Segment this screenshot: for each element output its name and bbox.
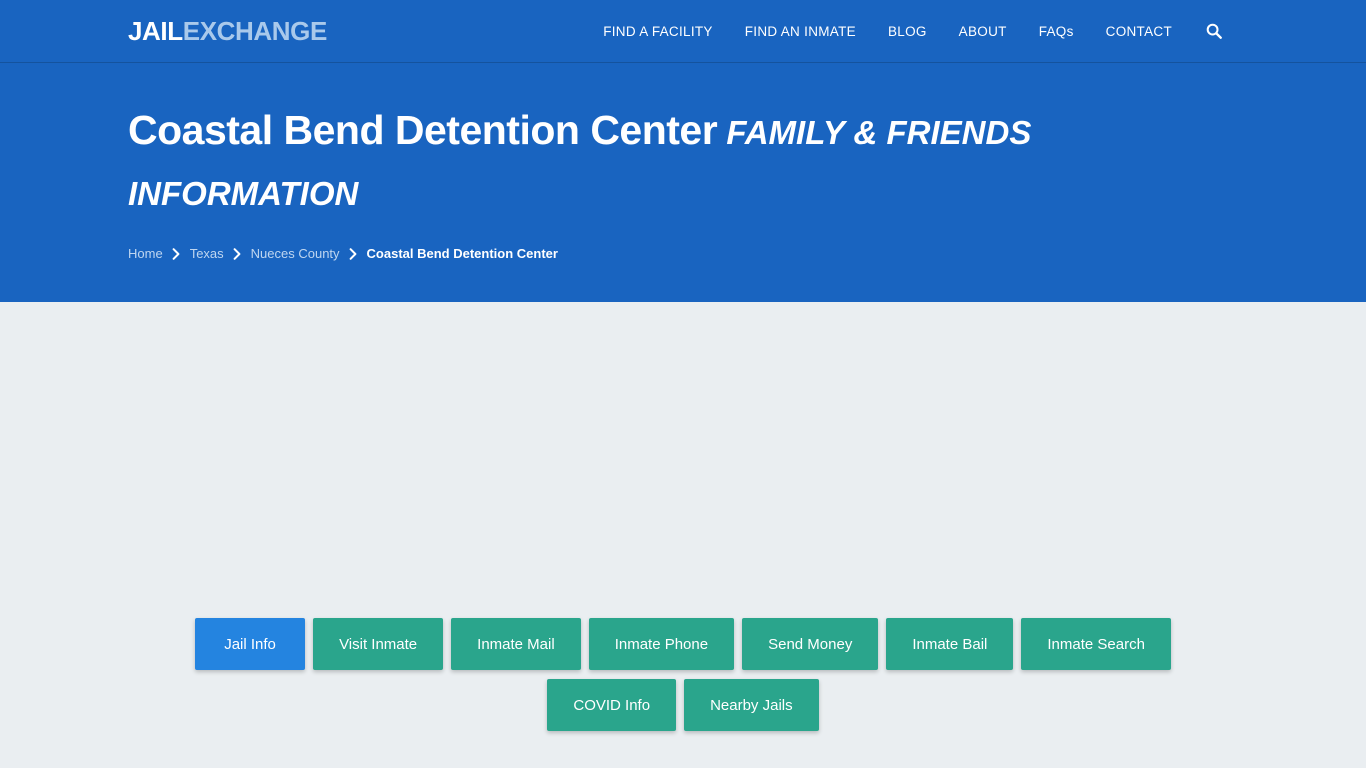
logo-text-primary: JAIL bbox=[128, 16, 183, 46]
search-button[interactable] bbox=[1188, 23, 1228, 39]
tab-nearby-jails[interactable]: Nearby Jails bbox=[684, 679, 819, 731]
facility-tab-row-1: Jail Info Visit Inmate Inmate Mail Inmat… bbox=[133, 618, 1233, 670]
breadcrumb-item-texas[interactable]: Texas bbox=[190, 245, 224, 263]
tab-covid-info[interactable]: COVID Info bbox=[547, 679, 677, 731]
nav-link-find-an-inmate[interactable]: FIND AN INMATE bbox=[729, 0, 872, 63]
header-container: JAILEXCHANGE FIND A FACILITY FIND AN INM… bbox=[0, 0, 1366, 63]
tab-visit-inmate[interactable]: Visit Inmate bbox=[313, 618, 444, 670]
nav-link-contact[interactable]: CONTACT bbox=[1090, 0, 1188, 63]
chevron-right-icon bbox=[172, 248, 181, 260]
main-content: Jail Info Visit Inmate Inmate Mail Inmat… bbox=[0, 302, 1366, 768]
nav-link-find-a-facility[interactable]: FIND A FACILITY bbox=[587, 0, 729, 63]
breadcrumb-item-current: Coastal Bend Detention Center bbox=[366, 246, 558, 261]
nav-item-search bbox=[1188, 23, 1228, 39]
tab-inmate-phone[interactable]: Inmate Phone bbox=[588, 618, 735, 670]
tab-inmate-search[interactable]: Inmate Search bbox=[1021, 618, 1171, 670]
nav-item: BLOG bbox=[872, 0, 943, 63]
nav-link-blog[interactable]: BLOG bbox=[872, 0, 943, 63]
chevron-right-icon bbox=[349, 248, 358, 260]
nav-item: FAQs bbox=[1023, 0, 1090, 63]
facility-tab-row-2: COVID Info Nearby Jails bbox=[133, 679, 1233, 731]
page-title: Coastal Bend Detention Center FAMILY & F… bbox=[128, 101, 1128, 223]
chevron-right-icon bbox=[233, 248, 242, 260]
breadcrumb: Home Texas Nueces County Coastal Bend De… bbox=[128, 245, 1238, 263]
nav-item: FIND AN INMATE bbox=[729, 0, 872, 63]
nav-item: ABOUT bbox=[943, 0, 1023, 63]
nav-link-faqs[interactable]: FAQs bbox=[1023, 0, 1090, 63]
breadcrumb-item-home[interactable]: Home bbox=[128, 245, 163, 263]
tab-inmate-mail[interactable]: Inmate Mail bbox=[451, 618, 581, 670]
facility-tab-group: Jail Info Visit Inmate Inmate Mail Inmat… bbox=[133, 618, 1233, 731]
tab-send-money[interactable]: Send Money bbox=[742, 618, 879, 670]
nav-link-about[interactable]: ABOUT bbox=[943, 0, 1023, 63]
tab-inmate-bail[interactable]: Inmate Bail bbox=[886, 618, 1014, 670]
tab-jail-info[interactable]: Jail Info bbox=[195, 618, 306, 670]
page-title-main: Coastal Bend Detention Center bbox=[128, 107, 718, 153]
nav-item: FIND A FACILITY bbox=[587, 0, 729, 63]
search-icon bbox=[1206, 23, 1222, 39]
hero-section: Coastal Bend Detention Center FAMILY & F… bbox=[0, 63, 1366, 302]
site-logo[interactable]: JAILEXCHANGE bbox=[128, 18, 327, 44]
nav-list: FIND A FACILITY FIND AN INMATE BLOG ABOU… bbox=[587, 0, 1228, 63]
main-navigation: FIND A FACILITY FIND AN INMATE BLOG ABOU… bbox=[587, 0, 1228, 63]
nav-item: CONTACT bbox=[1090, 0, 1188, 63]
logo-text-secondary: EXCHANGE bbox=[182, 16, 328, 46]
breadcrumb-item-nueces-county[interactable]: Nueces County bbox=[251, 245, 340, 263]
site-header: JAILEXCHANGE FIND A FACILITY FIND AN INM… bbox=[0, 0, 1366, 63]
